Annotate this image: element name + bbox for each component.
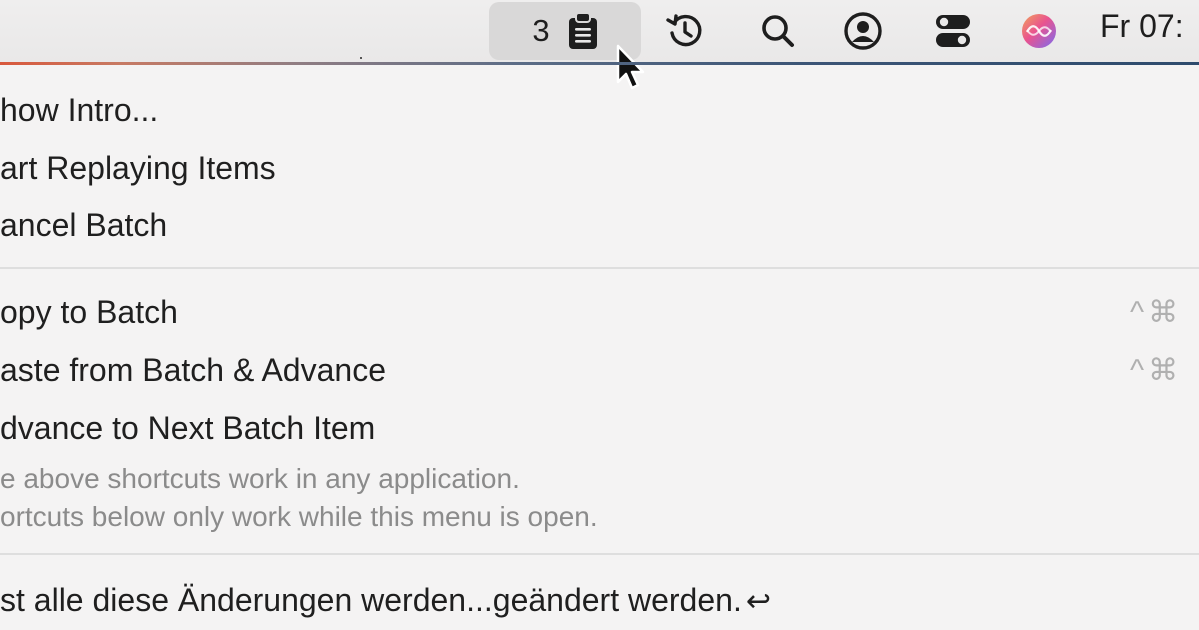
dropdown-menu: how Intro... art Replaying Items ancel B… bbox=[0, 65, 1199, 630]
menu-separator bbox=[0, 267, 1199, 269]
return-icon: ↩ bbox=[745, 584, 771, 618]
clipboard-icon bbox=[568, 12, 598, 50]
menu-note-above: e above shortcuts work in any applicatio… bbox=[0, 463, 520, 494]
control-center-icon[interactable] bbox=[932, 10, 974, 52]
menu-item-label: art Replaying Items bbox=[0, 149, 276, 186]
menu-item-label: opy to Batch bbox=[0, 293, 178, 330]
siri-icon[interactable] bbox=[1018, 10, 1060, 52]
menu-item-start-replaying[interactable]: art Replaying Items bbox=[0, 143, 1199, 193]
menu-bar: 3 Fr 07: bbox=[0, 0, 1199, 90]
search-icon[interactable] bbox=[757, 10, 799, 52]
menu-item-show-intro[interactable]: how Intro... bbox=[0, 85, 1199, 135]
batch-count: 3 bbox=[532, 13, 550, 48]
menu-item-label: how Intro... bbox=[0, 91, 159, 128]
menu-item-shortcut: ^⌘ bbox=[1130, 295, 1183, 329]
clipboard-entry-text: st alle diese Änderungen werden...geände… bbox=[0, 581, 742, 618]
menu-item-copy-to-batch[interactable]: opy to Batch ^⌘ bbox=[0, 287, 1199, 337]
menu-item-label: st alle diese Änderungen werden...geände… bbox=[0, 582, 771, 619]
menu-item-shortcut: ^⌘ bbox=[1130, 353, 1183, 387]
user-icon[interactable] bbox=[842, 10, 884, 52]
stray-dot bbox=[360, 57, 362, 59]
menu-item-cancel-batch[interactable]: ancel Batch bbox=[0, 200, 1199, 250]
menu-item-paste-from-batch[interactable]: aste from Batch & Advance ^⌘ bbox=[0, 345, 1199, 395]
menu-item-label: dvance to Next Batch Item bbox=[0, 409, 376, 446]
menu-note-below: ortcuts below only work while this menu … bbox=[0, 501, 598, 532]
menu-item-label: aste from Batch & Advance bbox=[0, 351, 386, 388]
menu-item-label: ancel Batch bbox=[0, 206, 168, 243]
menu-item-clipboard-entry[interactable]: st alle diese Änderungen werden...geände… bbox=[0, 575, 1199, 625]
menu-separator bbox=[0, 553, 1199, 555]
menubar-clock[interactable]: Fr 07: bbox=[1100, 8, 1199, 45]
menu-item-advance-next[interactable]: dvance to Next Batch Item bbox=[0, 403, 1199, 453]
history-icon[interactable] bbox=[664, 10, 706, 52]
